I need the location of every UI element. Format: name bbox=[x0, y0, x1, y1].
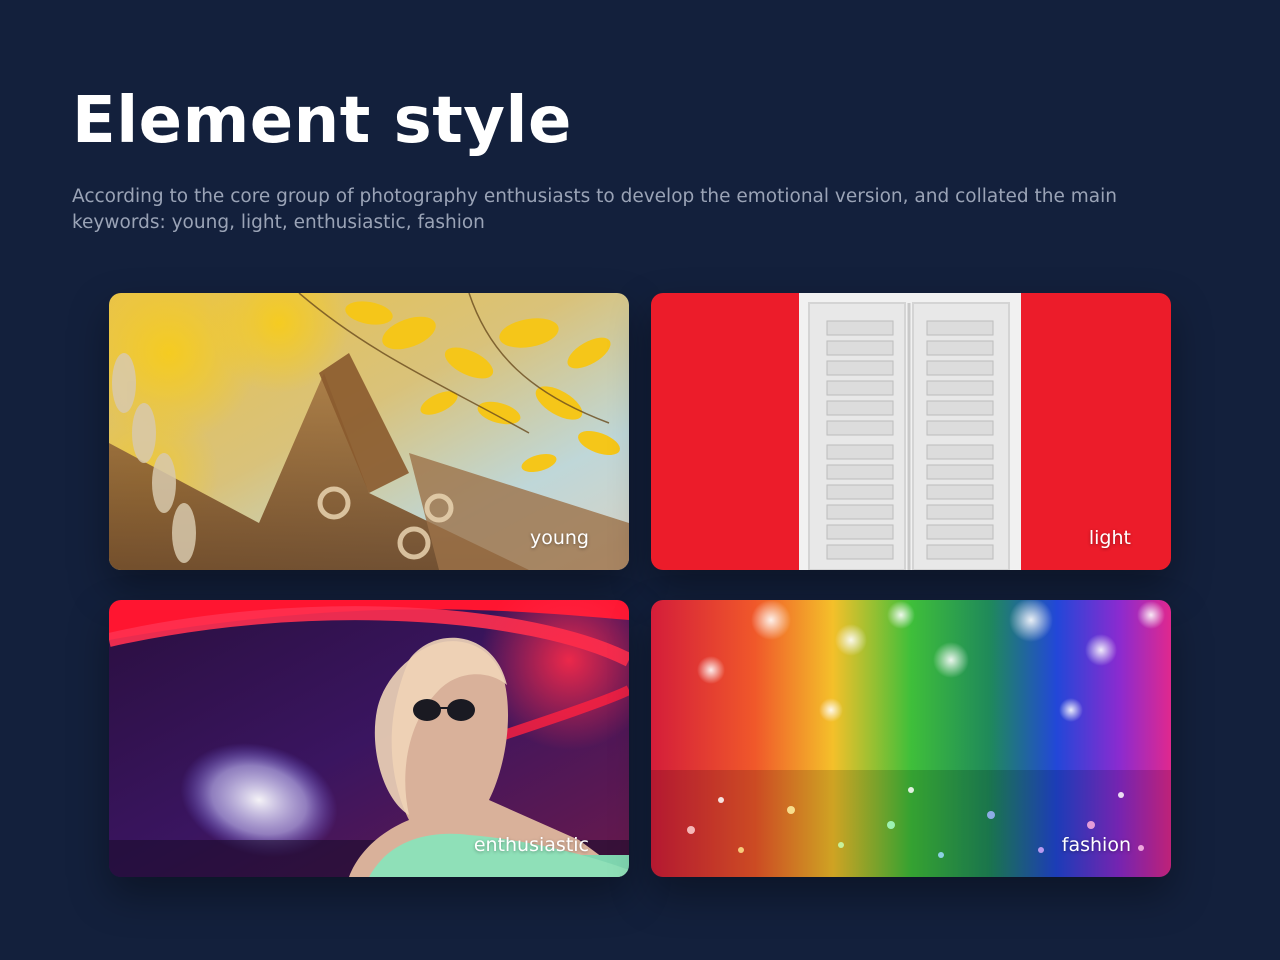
card-young[interactable]: young bbox=[109, 293, 629, 570]
card-enthusiastic[interactable]: enthusiastic bbox=[109, 600, 629, 877]
card-label-light: light bbox=[1088, 527, 1131, 549]
card-label-fashion: fashion bbox=[1061, 834, 1131, 856]
page-title: Element style bbox=[72, 84, 572, 158]
card-light[interactable]: light bbox=[651, 293, 1171, 570]
card-label-enthusiastic: enthusiastic bbox=[473, 834, 589, 856]
page-description: According to the core group of photograp… bbox=[72, 186, 1117, 233]
card-label-young: young bbox=[529, 527, 589, 549]
card-fashion[interactable]: fashion bbox=[651, 600, 1171, 877]
image-grid: young light enthusiastic fashion bbox=[109, 293, 1171, 877]
